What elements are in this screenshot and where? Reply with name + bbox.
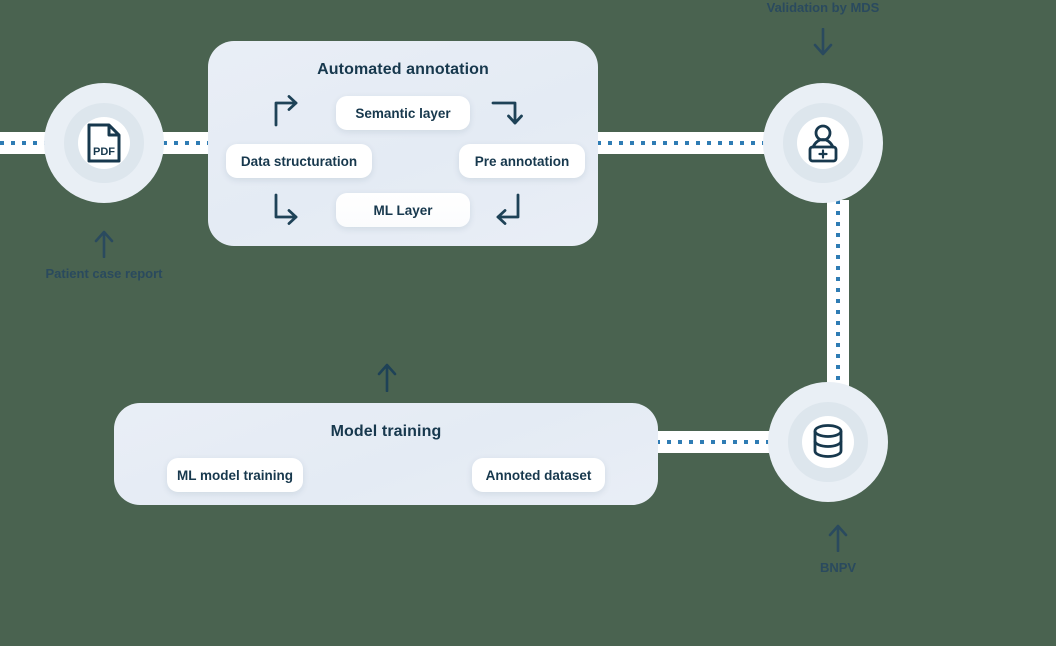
elbow-arrow-right-down-icon	[490, 94, 524, 128]
database-icon	[809, 422, 847, 462]
dotted-line	[645, 440, 785, 444]
node-ring-middle	[788, 402, 868, 482]
node-validation-by-mds[interactable]	[763, 83, 883, 203]
elbow-arrow-down-right-icon	[270, 192, 304, 226]
label-patient-case-report: Patient case report	[45, 266, 163, 281]
dotted-line	[836, 200, 840, 392]
card-title-model-training: Model training	[330, 423, 442, 440]
connector-validator-to-database	[827, 200, 849, 392]
dotted-line	[586, 141, 776, 145]
pill-label: Semantic layer	[355, 105, 451, 121]
connector-annotation-to-validator	[586, 132, 776, 154]
node-ring-inner	[796, 116, 850, 170]
card-automated-annotation: Automated annotation Semantic layer Data…	[208, 41, 598, 246]
node-ring-middle: PDF	[64, 103, 144, 183]
pill-ml-layer[interactable]: ML Layer	[336, 193, 470, 227]
arrow-down-icon-validator	[811, 28, 835, 58]
node-ring-inner: PDF	[77, 116, 131, 170]
pill-pre-annotation[interactable]: Pre annotation	[459, 144, 585, 178]
node-patient-case-report[interactable]: PDF	[44, 83, 164, 203]
label-validation-by-mds: Validation by MDS	[766, 0, 880, 15]
diagram-canvas: PDF Patient case report Validation by MD…	[0, 0, 1056, 646]
card-title-automated-annotation: Automated annotation	[317, 61, 489, 78]
pill-data-structuration[interactable]: Data structuration	[226, 144, 372, 178]
pill-label: Data structuration	[240, 153, 358, 169]
pdf-document-icon: PDF	[86, 123, 122, 163]
node-bnpv-database[interactable]	[768, 382, 888, 502]
medical-professional-icon	[803, 122, 843, 164]
card-model-training: Model training ML model training Annoted…	[114, 403, 658, 505]
pill-label: Pre annotation	[474, 153, 570, 169]
pill-label: ML model training	[176, 467, 293, 483]
arrow-up-icon-bnpv	[826, 522, 850, 552]
elbow-arrow-down-left-icon	[490, 192, 524, 226]
svg-text:PDF: PDF	[93, 146, 115, 158]
arrow-up-icon-training-to-annotation	[375, 360, 399, 392]
elbow-arrow-up-right-icon	[270, 94, 304, 128]
pill-label: ML Layer	[373, 202, 433, 218]
node-ring-inner	[801, 415, 855, 469]
arrow-up-icon-patient	[92, 228, 116, 258]
connector-database-to-training	[645, 431, 785, 453]
label-bnpv: BNPV	[819, 560, 857, 575]
pill-ml-model-training[interactable]: ML model training	[167, 458, 303, 492]
pill-semantic-layer[interactable]: Semantic layer	[336, 96, 470, 130]
node-ring-middle	[783, 103, 863, 183]
pill-label: Annoted dataset	[485, 467, 592, 483]
pill-annoted-dataset[interactable]: Annoted dataset	[472, 458, 605, 492]
